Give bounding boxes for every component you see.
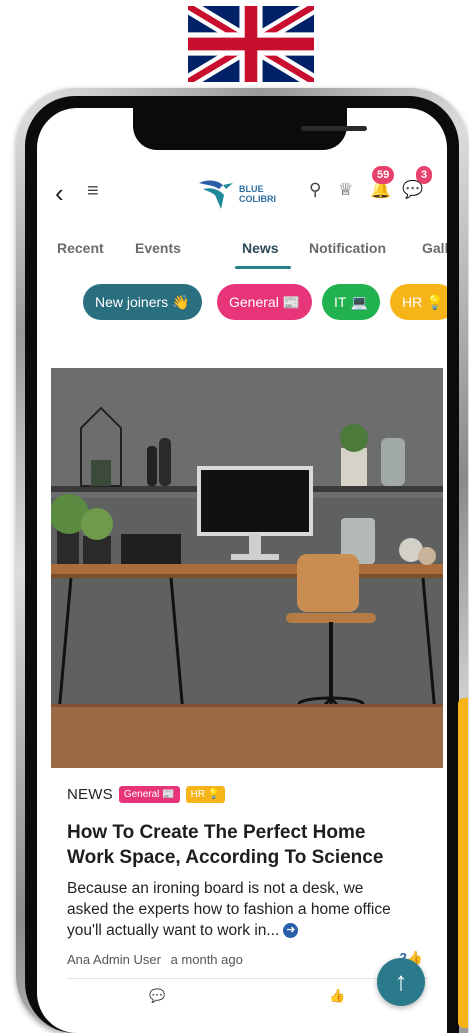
wave-icon: 👋 [172, 294, 190, 310]
tag-label: General [123, 789, 160, 800]
search-icon[interactable]: ⚲ [309, 180, 321, 200]
app-header: ‹ ≡ BLUE COLIBRI ⚲ ♕ 🔔 59 💬 3 [37, 166, 447, 222]
tab-recent[interactable]: Recent [57, 240, 104, 256]
hamburger-icon[interactable]: ≡ [87, 180, 99, 203]
newspaper-icon: 📰 [162, 789, 175, 800]
chip-new-joiners[interactable]: New joiners 👋 [83, 284, 202, 320]
phone-notch [133, 108, 367, 150]
phone-frame: ‹ ≡ BLUE COLIBRI ⚲ ♕ 🔔 59 💬 3 Recent Eve… [16, 88, 468, 1033]
tab-news[interactable]: News [242, 240, 279, 256]
post-meta: NEWS General 📰 HR 💡 [67, 786, 226, 803]
chip-label: General [229, 294, 279, 310]
phone-bezel: ‹ ≡ BLUE COLIBRI ⚲ ♕ 🔔 59 💬 3 Recent Eve… [25, 96, 459, 1033]
post-author[interactable]: Ana Admin User [67, 952, 161, 967]
scroll-top-button[interactable]: ↑ [377, 958, 425, 1006]
lightbulb-icon: 💡 [426, 294, 444, 310]
brand-line1: BLUE [239, 184, 264, 194]
phone-screen: ‹ ≡ BLUE COLIBRI ⚲ ♕ 🔔 59 💬 3 Recent Eve… [37, 108, 447, 1033]
speaker [301, 126, 367, 131]
tab-gallery[interactable]: Galle [422, 240, 447, 256]
divider [67, 978, 427, 979]
chip-label: HR [402, 294, 423, 310]
post-image[interactable] [51, 368, 443, 768]
comment-icon[interactable]: 💬 [149, 988, 165, 1004]
chip-hr[interactable]: HR 💡 [390, 284, 447, 320]
trophy-icon[interactable]: ♕ [338, 180, 353, 200]
tag-label: HR [190, 789, 206, 800]
messages-badge: 3 [416, 166, 433, 184]
like-button-icon[interactable]: 👍 [329, 988, 345, 1004]
laptop-icon: 💻 [350, 294, 368, 310]
tag-general[interactable]: General 📰 [118, 786, 180, 803]
tab-notification[interactable]: Notification [309, 240, 386, 256]
chip-label: IT [334, 294, 347, 310]
chip-it[interactable]: IT 💻 [322, 284, 380, 320]
post-excerpt-text: Because an ironing board is not a desk, … [67, 880, 391, 939]
lightbulb-icon: 💡 [207, 789, 221, 800]
post-excerpt: Because an ironing board is not a desk, … [67, 878, 407, 941]
chip-label: New joiners [95, 294, 169, 310]
brand-line2: COLIBRI [239, 194, 276, 204]
brand-logo[interactable]: BLUE COLIBRI [197, 172, 287, 216]
side-accent [458, 698, 468, 1028]
notifications-badge: 59 [372, 166, 395, 184]
post-category: NEWS [67, 786, 113, 803]
home-office-illustration [51, 368, 443, 768]
chip-general[interactable]: General 📰 [217, 284, 313, 320]
uk-flag-icon[interactable] [188, 6, 314, 82]
tab-bar: Recent Events News Notification Galle [37, 236, 447, 276]
newspaper-icon: 📰 [282, 294, 301, 310]
post-time: a month ago [170, 952, 243, 967]
arrow-up-icon: ↑ [394, 966, 408, 996]
post-title[interactable]: How To Create The Perfect Home Work Spac… [67, 820, 407, 870]
chevron-left-icon[interactable]: ‹ [55, 180, 64, 206]
tab-events[interactable]: Events [135, 240, 181, 256]
read-more-arrow-icon[interactable]: ➜ [283, 923, 299, 939]
tag-hr[interactable]: HR 💡 [185, 786, 226, 803]
colibri-logo-icon [199, 180, 233, 209]
category-chips: New joiners 👋 General 📰 IT 💻 HR 💡 [37, 284, 447, 330]
post-author-row: Ana Admin User a month ago [67, 952, 243, 967]
tab-active-indicator [235, 266, 291, 269]
